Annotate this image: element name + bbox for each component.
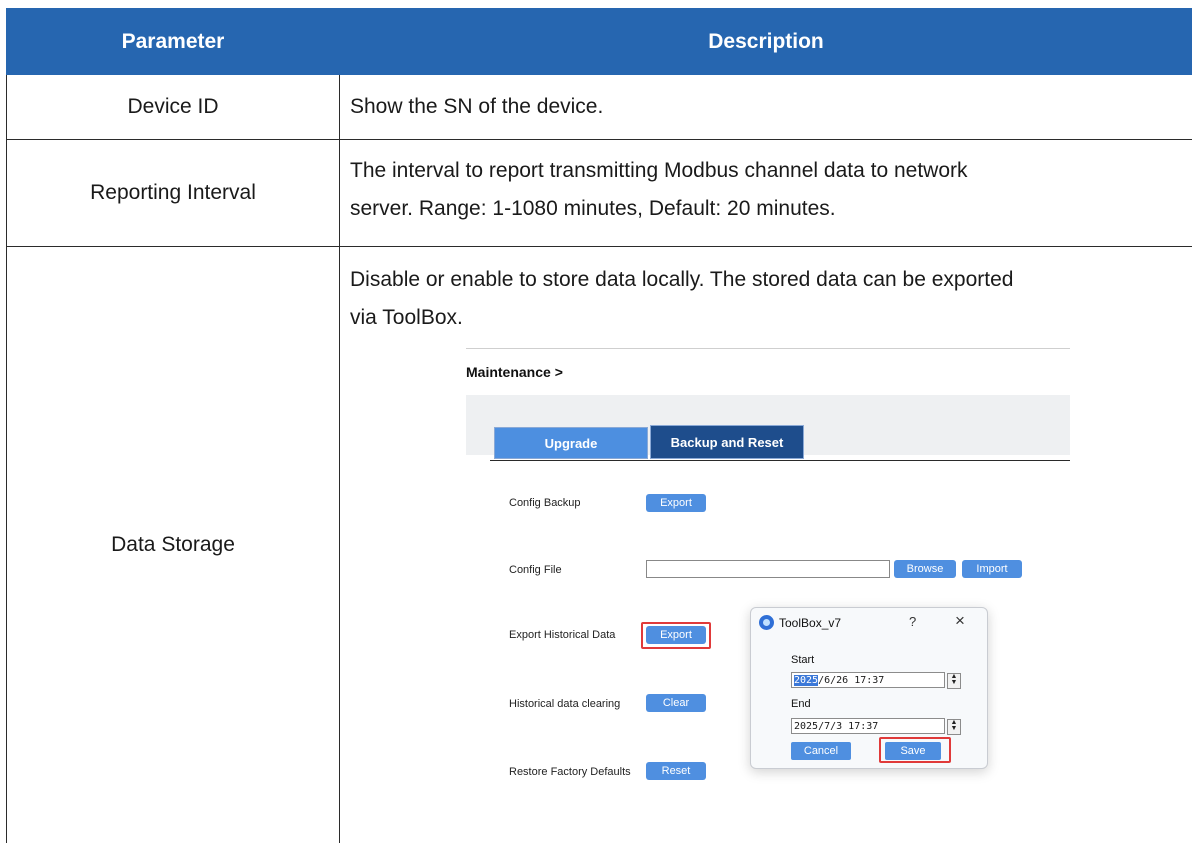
table-row: Device ID Show the SN of the device. [6,75,1192,140]
toolbox-logo-icon [759,615,774,630]
cancel-button[interactable]: Cancel [791,742,851,760]
start-label: Start [791,654,815,666]
help-icon[interactable]: ? [909,614,916,629]
param-data-storage: Data Storage [6,246,340,843]
header-parameter: Parameter [121,29,225,53]
desc-line: Show the SN of the device. [350,95,604,118]
table-row: Reporting Interval The interval to repor… [6,139,1192,247]
desc-line: server. Range: 1-1080 minutes, Default: … [350,197,836,220]
toolbox-dialog: ToolBox_v7 ? × Start 2025/6/26 17:37 ▲ ▼ … [750,607,988,769]
header-description: Description [708,29,824,53]
desc-line: Disable or enable to store data locally.… [350,268,1014,291]
end-label: End [791,698,811,710]
end-datetime-field[interactable]: 2025/7/3 17:37 [791,718,945,734]
clear-button[interactable]: Clear [646,694,706,712]
dialog-title: ToolBox_v7 [779,616,842,630]
config-backup-export-button[interactable]: Export [646,494,706,512]
label-export-historical-data: Export Historical Data [509,629,616,641]
tab-backup-and-reset[interactable]: Backup and Reset [650,425,804,459]
table-header: Parameter Description [6,8,1192,75]
tab-upgrade[interactable]: Upgrade [494,427,648,459]
highlight-box [641,622,711,649]
desc-device-id: Show the SN of the device. [340,75,1192,139]
close-icon[interactable]: × [955,611,965,631]
browse-button[interactable]: Browse [894,560,956,578]
desc-line: via ToolBox. [350,306,463,329]
start-year: 2025 [794,675,819,686]
label-restore-factory: Restore Factory Defaults [509,766,631,778]
reset-button[interactable]: Reset [646,762,706,780]
save-highlight-box [879,737,951,763]
param-reporting-interval: Reporting Interval [6,139,340,246]
start-datetime-field[interactable]: 2025/6/26 17:37 [791,672,945,688]
start-spinner-icon[interactable]: ▲ ▼ [947,673,961,689]
start-rest: /6/26 17:37 [818,675,885,686]
breadcrumb: Maintenance > [466,364,563,380]
embedded-screenshot: Maintenance > Upgrade Backup and Reset C… [466,348,1070,793]
desc-reporting-interval: The interval to report transmitting Modb… [340,139,1192,246]
label-historical-clearing: Historical data clearing [509,698,621,710]
param-device-id: Device ID [6,75,340,139]
tab-underline [490,460,1070,461]
end-spinner-icon[interactable]: ▲ ▼ [947,719,961,735]
config-file-input[interactable] [646,560,890,578]
desc-line: The interval to report transmitting Modb… [350,159,968,182]
label-config-backup: Config Backup [509,497,581,509]
divider [466,348,1070,349]
label-config-file: Config File [509,564,562,576]
import-button[interactable]: Import [962,560,1022,578]
